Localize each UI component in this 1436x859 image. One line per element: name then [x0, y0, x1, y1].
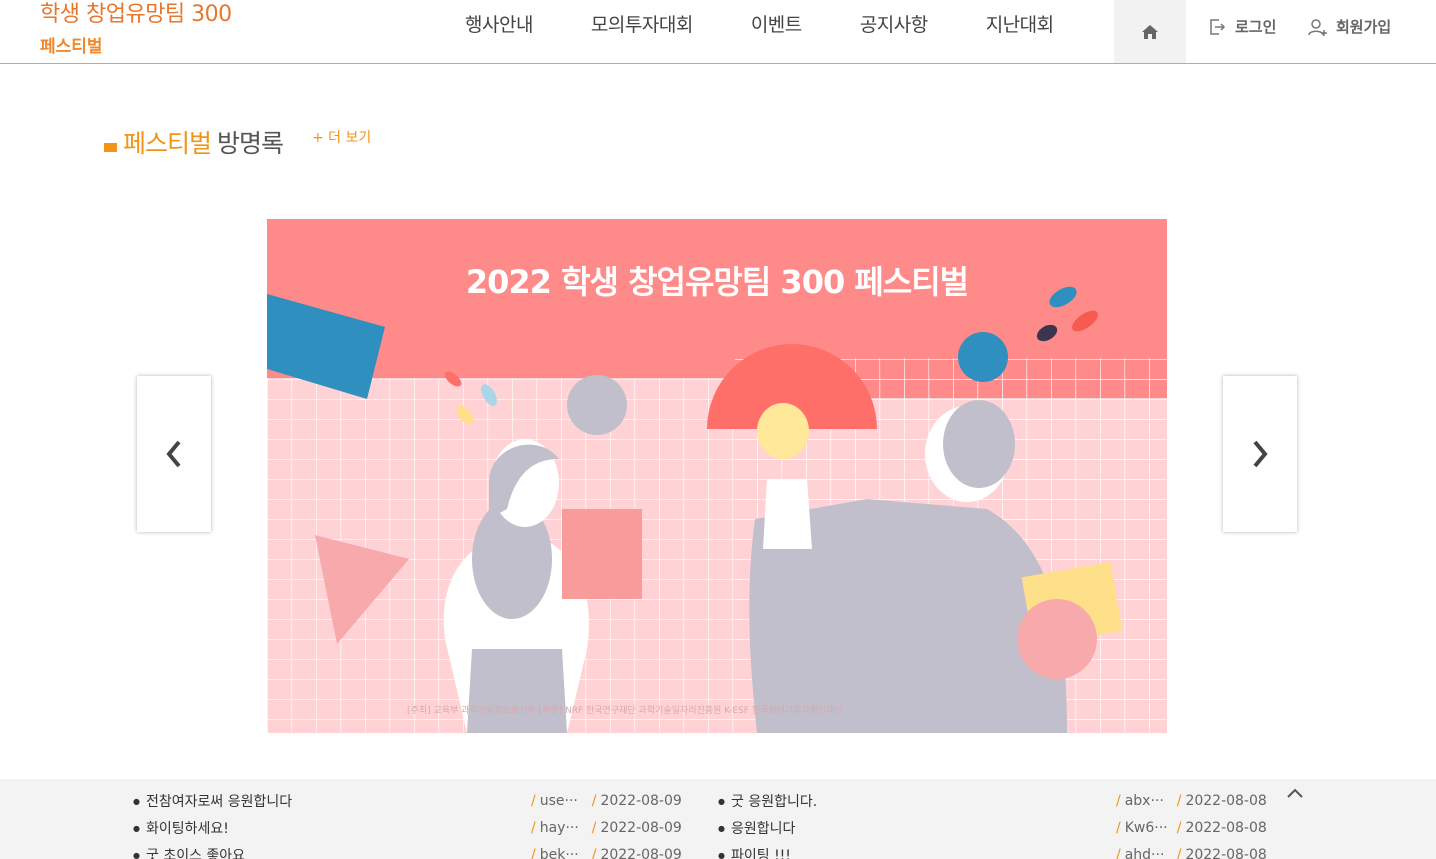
- guestbook-user: bek···: [539, 846, 579, 859]
- guestbook-date: 2022-08-08: [1185, 846, 1267, 859]
- guestbook-column-left: 전참여자로써 응원합니다 화이팅하세요! 굿 초이스 좋아요: [133, 787, 292, 859]
- banner-title: 2022 학생 창업유망팀 300 페스티벌: [465, 263, 969, 301]
- guestbook-user: ahd···: [1124, 846, 1165, 859]
- signup-button[interactable]: 회원가입: [1308, 16, 1391, 37]
- title-accent: 페스티벌: [123, 129, 212, 158]
- list-item[interactable]: 파이팅 !!!: [718, 841, 817, 859]
- carousel-next-button[interactable]: [1223, 376, 1297, 532]
- guestbook-meta-left: / use···/2022-08-09 /hay···/2022-08-09 /b…: [531, 787, 682, 859]
- carousel-prev-button[interactable]: [137, 376, 211, 532]
- list-item[interactable]: 전참여자로써 응원합니다: [133, 787, 292, 814]
- guestbook-message: 화이팅하세요!: [133, 818, 229, 838]
- nav-notices[interactable]: 공지사항: [831, 0, 957, 64]
- guestbook-date: 2022-08-09: [600, 819, 682, 836]
- festival-banner[interactable]: 2022 학생 창업유망팀 300 페스티벌 [주최] 교육부 과학기술정보통신…: [267, 219, 1167, 733]
- guestbook-user: Kw6···: [1124, 819, 1168, 836]
- chevron-left-icon: [166, 440, 181, 468]
- nav-mock-investment[interactable]: 모의투자대회: [562, 0, 722, 64]
- guestbook-date: 2022-08-09: [600, 792, 682, 809]
- guestbook-message: 파이팅 !!!: [718, 845, 791, 859]
- guestbook-column-right: 굿 응원합니다. 응원합니다 파이팅 !!!: [718, 787, 817, 859]
- guestbook-user: hay···: [539, 819, 579, 836]
- banner-sponsors: [주최] 교육부 과학기술정보통신부 [주관] NRF 한국연구재단 과학기술일…: [407, 706, 843, 716]
- title-rest: 방명록: [217, 129, 284, 158]
- home-button[interactable]: [1114, 0, 1186, 63]
- guestbook-message: 전참여자로써 응원합니다: [133, 791, 292, 811]
- guestbook-user: abx···: [1124, 792, 1164, 809]
- signup-label: 회원가입: [1336, 18, 1392, 36]
- home-icon: [1142, 24, 1158, 39]
- logo-title: 학생 창업유망팀 300: [40, 2, 232, 27]
- logo-subtitle: 페스티벌: [40, 37, 103, 57]
- guestbook-user: use···: [539, 792, 578, 809]
- chevron-right-icon: [1253, 440, 1268, 468]
- list-item[interactable]: 응원합니다: [718, 814, 817, 841]
- title-bullet: [104, 143, 117, 152]
- list-item[interactable]: 굿 초이스 좋아요: [133, 841, 292, 859]
- guestbook-date: 2022-08-08: [1185, 819, 1267, 836]
- list-item[interactable]: 화이팅하세요!: [133, 814, 292, 841]
- login-icon: [1210, 18, 1226, 35]
- guestbook-date: 2022-08-08: [1185, 792, 1267, 809]
- nav-event-info[interactable]: 행사안내: [436, 0, 562, 64]
- more-link[interactable]: + 더 보기: [312, 127, 371, 147]
- login-button[interactable]: 로그인: [1207, 16, 1276, 37]
- guestbook-message: 응원합니다: [718, 818, 795, 838]
- guestbook-message: 굿 응원합니다.: [718, 791, 817, 811]
- nav-past-contests[interactable]: 지난대회: [957, 0, 1083, 64]
- guestbook-list: 전참여자로써 응원합니다 화이팅하세요! 굿 초이스 좋아요 /use···/2…: [0, 779, 1436, 859]
- site-logo[interactable]: 학생 창업유망팀 300 페스티벌: [40, 0, 232, 57]
- site-header: 학생 창업유망팀 300 페스티벌 행사안내 모의투자대회 이벤트 공지사항 지…: [0, 0, 1436, 64]
- chevron-up-icon[interactable]: [1284, 782, 1306, 804]
- main-nav: 행사안내 모의투자대회 이벤트 공지사항 지난대회: [436, 0, 1083, 64]
- guestbook-meta-right: / abx···/2022-08-08 /Kw6···/2022-08-08 /a…: [1116, 787, 1267, 859]
- list-item[interactable]: 굿 응원합니다.: [718, 787, 817, 814]
- guestbook-date: 2022-08-09: [600, 846, 682, 859]
- login-label: 로그인: [1235, 18, 1277, 36]
- guestbook-section-title: 페스티벌 방명록: [104, 124, 284, 160]
- nav-events[interactable]: 이벤트: [722, 0, 831, 64]
- user-add-icon: [1308, 18, 1327, 36]
- guestbook-message: 굿 초이스 좋아요: [133, 845, 245, 859]
